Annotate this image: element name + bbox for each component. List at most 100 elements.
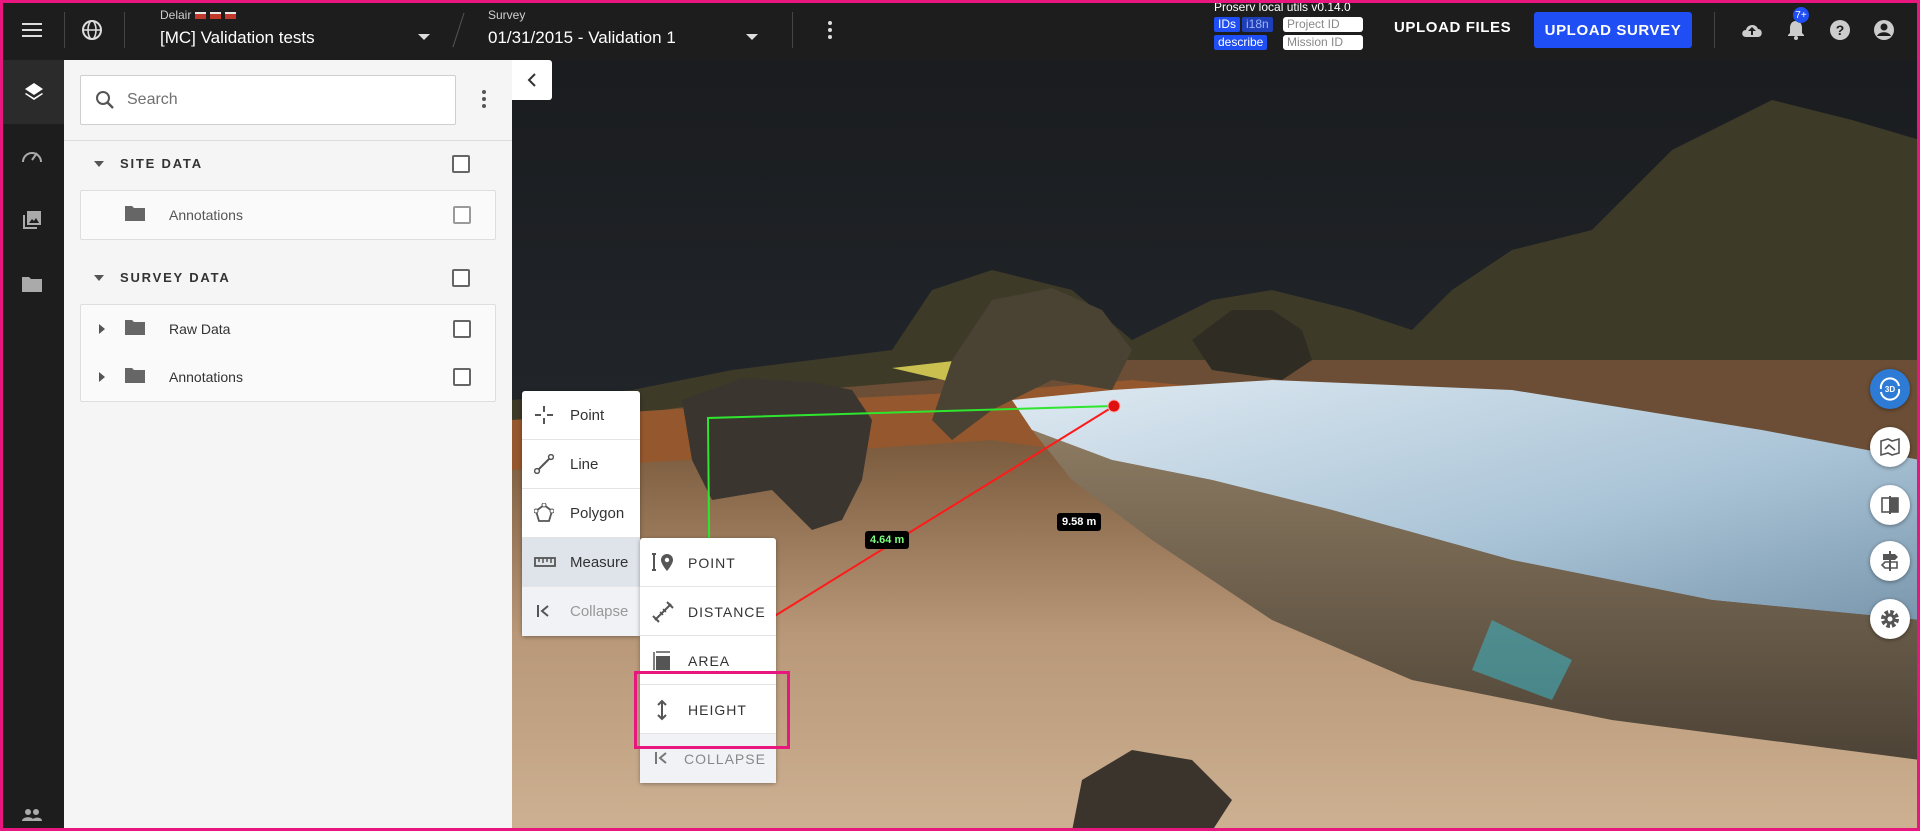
point-marker-icon: [652, 553, 673, 571]
compare-button[interactable]: [1870, 485, 1910, 525]
measure-label: COLLAPSE: [684, 751, 766, 767]
flag-icon: [210, 12, 222, 20]
tool-line[interactable]: Line: [522, 440, 640, 489]
tree-item-label: Raw Data: [169, 321, 231, 337]
project-id-field[interactable]: Project ID: [1283, 17, 1363, 32]
panel-collapse-button[interactable]: [512, 60, 552, 100]
map-layer-icon: [1880, 437, 1900, 457]
people-icon[interactable]: [0, 800, 64, 830]
height-measurement-label: 4.64 m: [865, 531, 910, 549]
tool-label: Point: [570, 407, 605, 424]
tool-measure[interactable]: Measure: [522, 538, 640, 587]
survey-name: 01/31/2015 - Validation 1: [488, 28, 676, 47]
more-vert-icon[interactable]: [814, 14, 846, 46]
tree-item-label: Annotations: [169, 369, 243, 385]
view-mode-label: 3D: [1885, 385, 1895, 394]
tool-collapse[interactable]: Collapse: [522, 587, 640, 636]
project-name: [MC] Validation tests: [160, 28, 315, 47]
i18n-chip[interactable]: i18n: [1242, 17, 1273, 32]
settings-button[interactable]: [1870, 599, 1910, 639]
flag-icon: [225, 12, 237, 20]
measure-distance[interactable]: DISTANCE: [640, 587, 776, 636]
annotation-toolbar: Point Line Polygon Measure Collapse: [522, 391, 640, 636]
view-3d-button[interactable]: 3D: [1870, 369, 1910, 409]
item-checkbox[interactable]: [453, 320, 471, 338]
compare-icon: [1881, 496, 1899, 514]
tool-label: Line: [570, 456, 599, 473]
measure-label: HEIGHT: [688, 702, 747, 718]
tree-item-annotations[interactable]: Annotations: [81, 191, 495, 239]
chevron-down-icon: [418, 34, 430, 40]
item-checkbox[interactable]: [453, 206, 471, 224]
polygon-icon: [534, 503, 554, 522]
tool-label: Measure: [570, 554, 629, 571]
cloud-upload-icon[interactable]: [1736, 14, 1768, 46]
upload-survey-button[interactable]: UPLOAD SURVEY: [1534, 12, 1692, 48]
chevron-left-icon: [527, 73, 536, 87]
site-data-tree: Annotations: [80, 190, 496, 240]
tool-point[interactable]: Point: [522, 391, 640, 440]
line-icon: [534, 454, 554, 474]
measure-point[interactable]: POINT: [640, 538, 776, 587]
top-bar: Delair [MC] Validation tests Survey 01/3…: [0, 0, 1920, 60]
crosshair-icon: [535, 406, 553, 424]
area-icon: [653, 651, 670, 670]
section-site-data[interactable]: SITE DATA: [64, 144, 512, 184]
hamburger-menu-icon[interactable]: [16, 14, 48, 46]
tree-item-raw-data[interactable]: Raw Data: [81, 305, 495, 353]
search-icon: [96, 91, 114, 109]
folder-icon: [125, 368, 145, 383]
speedometer-icon[interactable]: [0, 124, 64, 188]
chevron-down-icon: [746, 34, 758, 40]
signpost-icon: [1880, 551, 1898, 571]
survey-data-tree: Raw Data Annotations: [80, 304, 496, 402]
height-icon: [657, 699, 667, 721]
orthophoto-button[interactable]: [1870, 427, 1910, 467]
distance-measurement-label: 9.58 m: [1057, 513, 1102, 531]
layers-icon[interactable]: [0, 60, 64, 124]
expand-more-icon: [94, 161, 104, 167]
layers-panel: Search SITE DATA Annotations SURVEY DATA…: [64, 60, 512, 831]
svg-text:?: ?: [1836, 22, 1845, 38]
tool-label: Polygon: [570, 505, 625, 522]
navigation-button[interactable]: [1870, 541, 1910, 581]
project-caption: Delair: [160, 8, 192, 22]
item-checkbox[interactable]: [453, 368, 471, 386]
chevron-right-icon[interactable]: [99, 372, 105, 382]
ids-chip[interactable]: IDs: [1214, 17, 1240, 32]
collapse-icon: [537, 605, 549, 617]
tree-item-annotations[interactable]: Annotations: [81, 353, 495, 401]
measure-area[interactable]: AREA: [640, 636, 776, 685]
rotate-3d-icon: 3D: [1879, 377, 1901, 401]
measure-collapse[interactable]: COLLAPSE: [640, 734, 776, 783]
survey-caption: Survey: [488, 8, 526, 22]
chevron-right-icon[interactable]: [99, 324, 105, 334]
tool-label: Collapse: [570, 603, 629, 620]
measure-label: AREA: [688, 653, 731, 669]
collapse-icon: [655, 752, 667, 764]
describe-chip[interactable]: describe: [1214, 35, 1268, 50]
more-vert-icon[interactable]: [472, 87, 496, 111]
help-icon[interactable]: ?: [1824, 14, 1856, 46]
search-input[interactable]: Search: [80, 75, 456, 125]
section-survey-data[interactable]: SURVEY DATA: [64, 258, 512, 298]
section-checkbox[interactable]: [452, 269, 470, 287]
folder-icon: [125, 206, 145, 221]
upload-files-button[interactable]: UPLOAD FILES: [1394, 19, 1511, 36]
mission-id-field[interactable]: Mission ID: [1283, 35, 1363, 50]
dev-tools-title: Proserv local utils v0.14.0: [1214, 0, 1351, 14]
account-icon[interactable]: [1868, 14, 1900, 46]
measure-height[interactable]: HEIGHT: [640, 685, 776, 734]
search-placeholder: Search: [127, 91, 178, 108]
notification-badge: 7+: [1793, 7, 1809, 23]
section-checkbox[interactable]: [452, 155, 470, 173]
gallery-icon[interactable]: [0, 188, 64, 252]
distance-icon: [652, 601, 674, 623]
tree-item-label: Annotations: [169, 207, 243, 223]
section-label: SURVEY DATA: [120, 270, 231, 285]
globe-icon[interactable]: [76, 14, 108, 46]
folder-icon[interactable]: [0, 252, 64, 316]
tool-polygon[interactable]: Polygon: [522, 489, 640, 538]
measure-label: DISTANCE: [688, 604, 766, 620]
measure-submenu: POINT DISTANCE AREA HEIGHT COLLAPSE: [640, 538, 776, 783]
